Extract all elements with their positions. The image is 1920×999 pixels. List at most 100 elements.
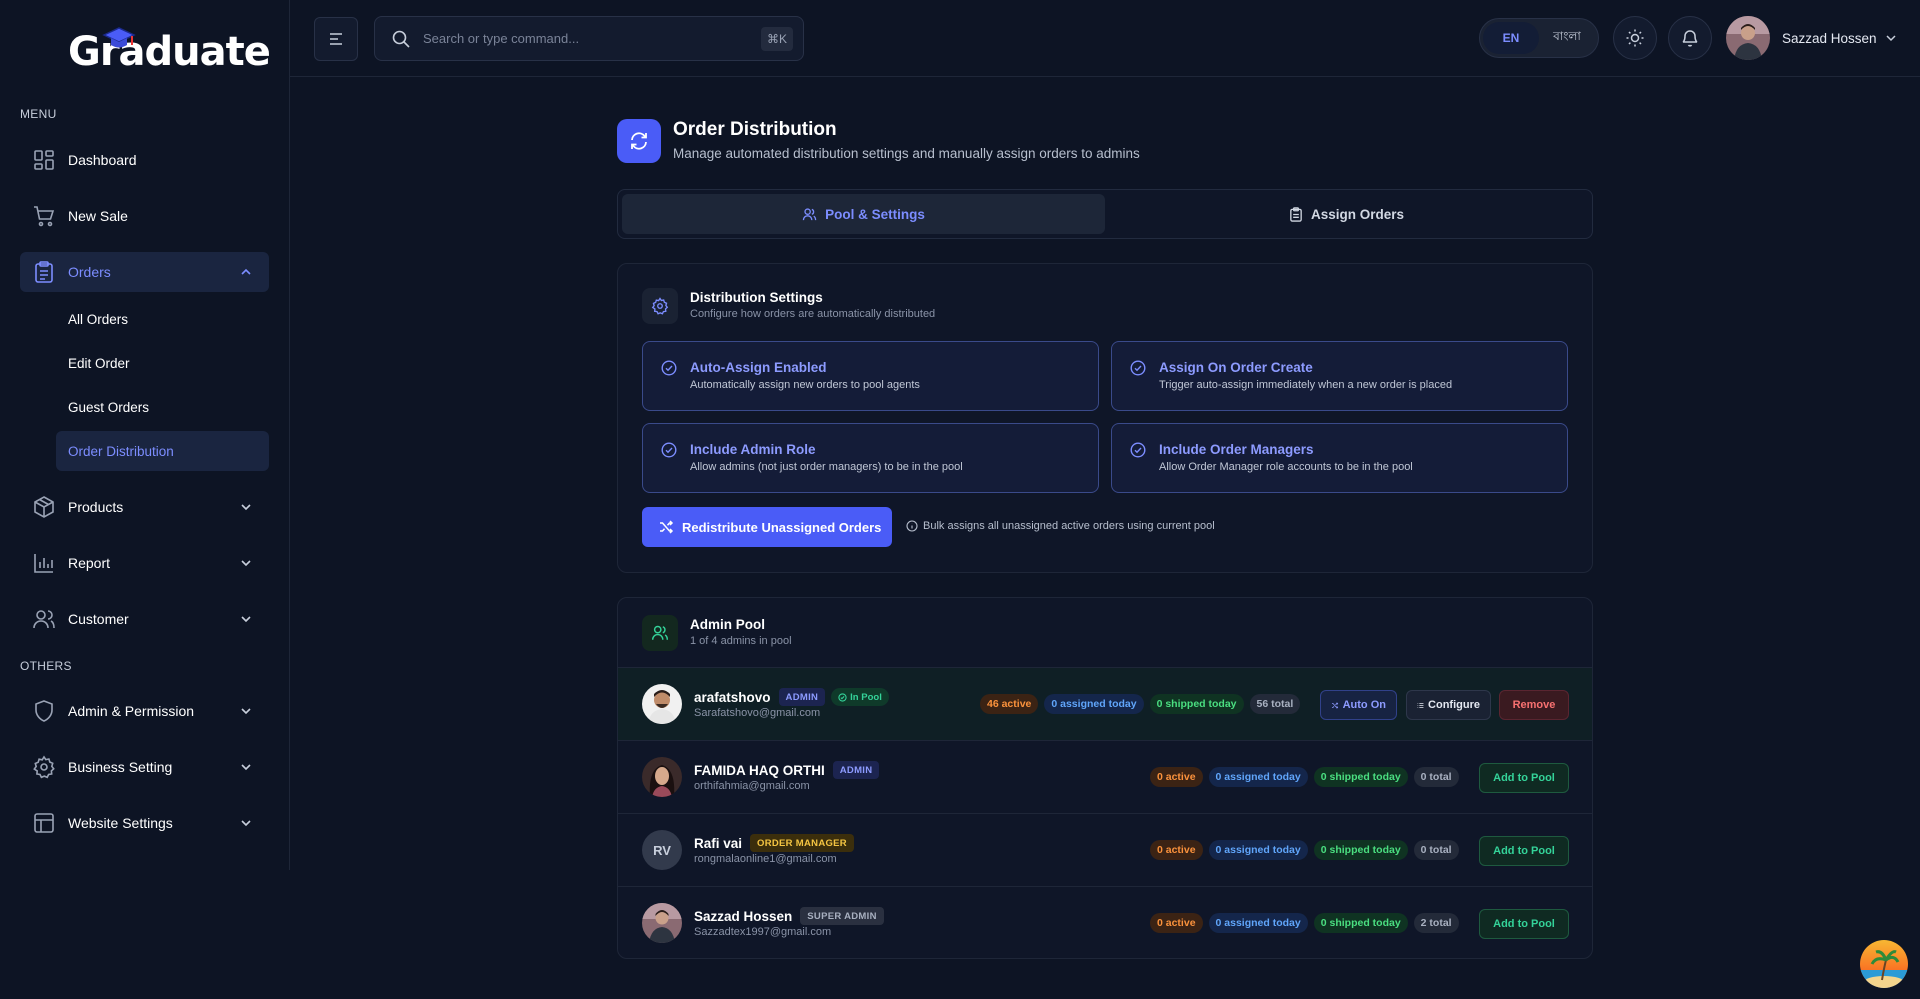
app-logo[interactable]: Graduate: [68, 27, 271, 76]
shipped-today-pill: 0 shipped today: [1313, 840, 1408, 860]
remove-button[interactable]: Remove: [1499, 690, 1569, 720]
lang-bn-option[interactable]: বাংলা: [1539, 22, 1595, 54]
search-placeholder: Search or type command...: [423, 31, 580, 46]
sidebar-item-label: Report: [68, 555, 111, 571]
sidebar-item-products[interactable]: Products: [20, 487, 269, 527]
shipped-today-pill: 0 shipped today: [1313, 767, 1408, 787]
member-avatar: [642, 903, 682, 943]
option-include-order-managers[interactable]: Include Order Managers Allow Order Manag…: [1111, 423, 1568, 493]
assigned-today-pill: 0 assigned today: [1208, 840, 1308, 860]
page-header: Order Distribution Manage automated dist…: [617, 119, 1140, 163]
sidebar-item-label: New Sale: [68, 208, 128, 224]
clipboard-icon: [35, 261, 53, 283]
tab-pool-settings[interactable]: Pool & Settings: [622, 194, 1105, 234]
add-to-pool-button[interactable]: Add to Pool: [1479, 836, 1569, 866]
option-title: Include Admin Role: [690, 442, 816, 457]
option-description: Allow Order Manager role accounts to be …: [1159, 461, 1413, 473]
check-circle-icon: [1130, 360, 1146, 376]
sidebar-item-label: Orders: [68, 264, 111, 280]
sidebar-item-website-settings[interactable]: Website Settings: [20, 803, 269, 843]
users-icon: [33, 610, 55, 629]
user-name: Sazzad Hossen: [1782, 30, 1877, 46]
sidebar-item-customer[interactable]: Customer: [20, 599, 269, 639]
sidebar-subitem-edit-order[interactable]: Edit Order: [56, 343, 269, 383]
lang-en-option[interactable]: EN: [1483, 22, 1539, 54]
floating-assistant-button[interactable]: [1860, 940, 1908, 988]
shipped-today-pill: 0 shipped today: [1313, 913, 1408, 933]
option-title: Assign On Order Create: [1159, 360, 1313, 375]
member-email: Sazzadtex1997@gmail.com: [694, 926, 832, 938]
search-input[interactable]: Search or type command... ⌘K: [374, 16, 804, 61]
shuffle-icon: [1331, 701, 1339, 709]
chevron-down-icon: [241, 616, 251, 623]
sidebar-item-new-sale[interactable]: New Sale: [20, 196, 269, 236]
gear-icon: [33, 755, 55, 779]
sidebar-subitem-all-orders[interactable]: All Orders: [56, 299, 269, 339]
in-pool-label: In Pool: [850, 691, 882, 703]
sidebar-item-business-setting[interactable]: Business Setting: [20, 747, 269, 787]
check-circle-icon: [838, 692, 847, 702]
member-name: Rafi vai: [694, 835, 743, 851]
active-count-pill: 0 active: [1150, 840, 1203, 860]
check-circle-icon: [661, 442, 677, 458]
layout-icon: [34, 813, 54, 833]
configure-button[interactable]: Configure: [1406, 690, 1491, 720]
sidebar-item-label: Customer: [68, 611, 129, 627]
active-count-pill: 0 active: [1150, 767, 1203, 787]
sidebar-item-orders[interactable]: Orders: [20, 252, 269, 292]
sidebar-item-dashboard[interactable]: Dashboard: [20, 140, 269, 180]
language-switcher[interactable]: EN বাংলা: [1479, 18, 1599, 58]
menu-section-label: MENU: [20, 107, 57, 121]
sidebar-toggle-button[interactable]: [314, 17, 358, 61]
card-subtitle: Configure how orders are automatically d…: [690, 308, 936, 320]
redistribute-button[interactable]: Redistribute Unassigned Orders: [642, 507, 892, 547]
sidebar-subitem-guest-orders[interactable]: Guest Orders: [56, 387, 269, 427]
check-circle-icon: [661, 360, 677, 376]
bar-chart-icon: [34, 554, 53, 573]
option-description: Allow admins (not just order managers) t…: [690, 461, 963, 473]
sun-icon: [1626, 29, 1644, 47]
member-email: orthifahmia@gmail.com: [694, 780, 810, 792]
admin-pool-header: Admin Pool 1 of 4 admins in pool: [642, 615, 792, 651]
sidebar-item-admin-permission[interactable]: Admin & Permission: [20, 691, 269, 731]
sidebar-item-label: Website Settings: [68, 815, 173, 831]
notifications-button[interactable]: [1668, 16, 1712, 60]
auto-on-button[interactable]: Auto On: [1320, 690, 1397, 720]
member-email: Sarafatshovo@gmail.com: [694, 707, 821, 719]
member-name-line: Rafi vai ORDER MANAGER: [694, 834, 854, 852]
sidebar-subitem-order-distribution[interactable]: Order Distribution: [56, 431, 269, 471]
redistribute-note: Bulk assigns all unassigned active order…: [906, 520, 1215, 532]
add-to-pool-label: Add to Pool: [1493, 918, 1555, 930]
option-title: Include Order Managers: [1159, 442, 1314, 457]
sidebar-subitem-label: Guest Orders: [68, 399, 150, 415]
user-menu[interactable]: Sazzad Hossen: [1726, 15, 1897, 61]
sidebar: Graduate MENU Dashboard New Sale Orders …: [0, 0, 290, 870]
page-title: Order Distribution: [673, 119, 837, 140]
distribution-settings-card: Distribution Settings Configure how orde…: [617, 263, 1593, 573]
option-assign-on-order-create[interactable]: Assign On Order Create Trigger auto-assi…: [1111, 341, 1568, 411]
option-auto-assign-enabled[interactable]: Auto-Assign Enabled Automatically assign…: [642, 341, 1099, 411]
member-avatar: [642, 757, 682, 797]
total-count-pill: 0 total: [1413, 840, 1459, 860]
option-include-admin-role[interactable]: Include Admin Role Allow admins (not jus…: [642, 423, 1099, 493]
sidebar-item-label: Business Setting: [68, 759, 173, 775]
active-count-pill: 0 active: [1150, 913, 1203, 933]
beach-scene-icon: [1860, 940, 1908, 988]
sidebar-item-report[interactable]: Report: [20, 543, 269, 583]
gear-icon: [642, 288, 678, 324]
role-badge: ADMIN: [832, 761, 880, 779]
add-to-pool-button[interactable]: Add to Pool: [1479, 763, 1569, 793]
tab-assign-orders[interactable]: Assign Orders: [1105, 194, 1588, 234]
theme-toggle-button[interactable]: [1613, 16, 1657, 60]
member-name: FAMIDA HAQ ORTHI: [694, 762, 825, 778]
add-to-pool-button[interactable]: Add to Pool: [1479, 909, 1569, 939]
member-name: arafatshovo: [694, 689, 771, 705]
chevron-down-icon: [241, 504, 251, 511]
info-icon: [906, 520, 918, 532]
member-name-line: FAMIDA HAQ ORTHI ADMIN: [694, 761, 880, 779]
card-title: Distribution Settings: [690, 290, 823, 305]
admin-pool-card: Admin Pool 1 of 4 admins in pool arafats…: [617, 597, 1593, 959]
sidebar-item-label: Products: [68, 499, 124, 515]
member-name-line: Sazzad Hossen SUPER ADMIN: [694, 907, 884, 925]
distribution-settings-header: Distribution Settings Configure how orde…: [642, 288, 935, 324]
